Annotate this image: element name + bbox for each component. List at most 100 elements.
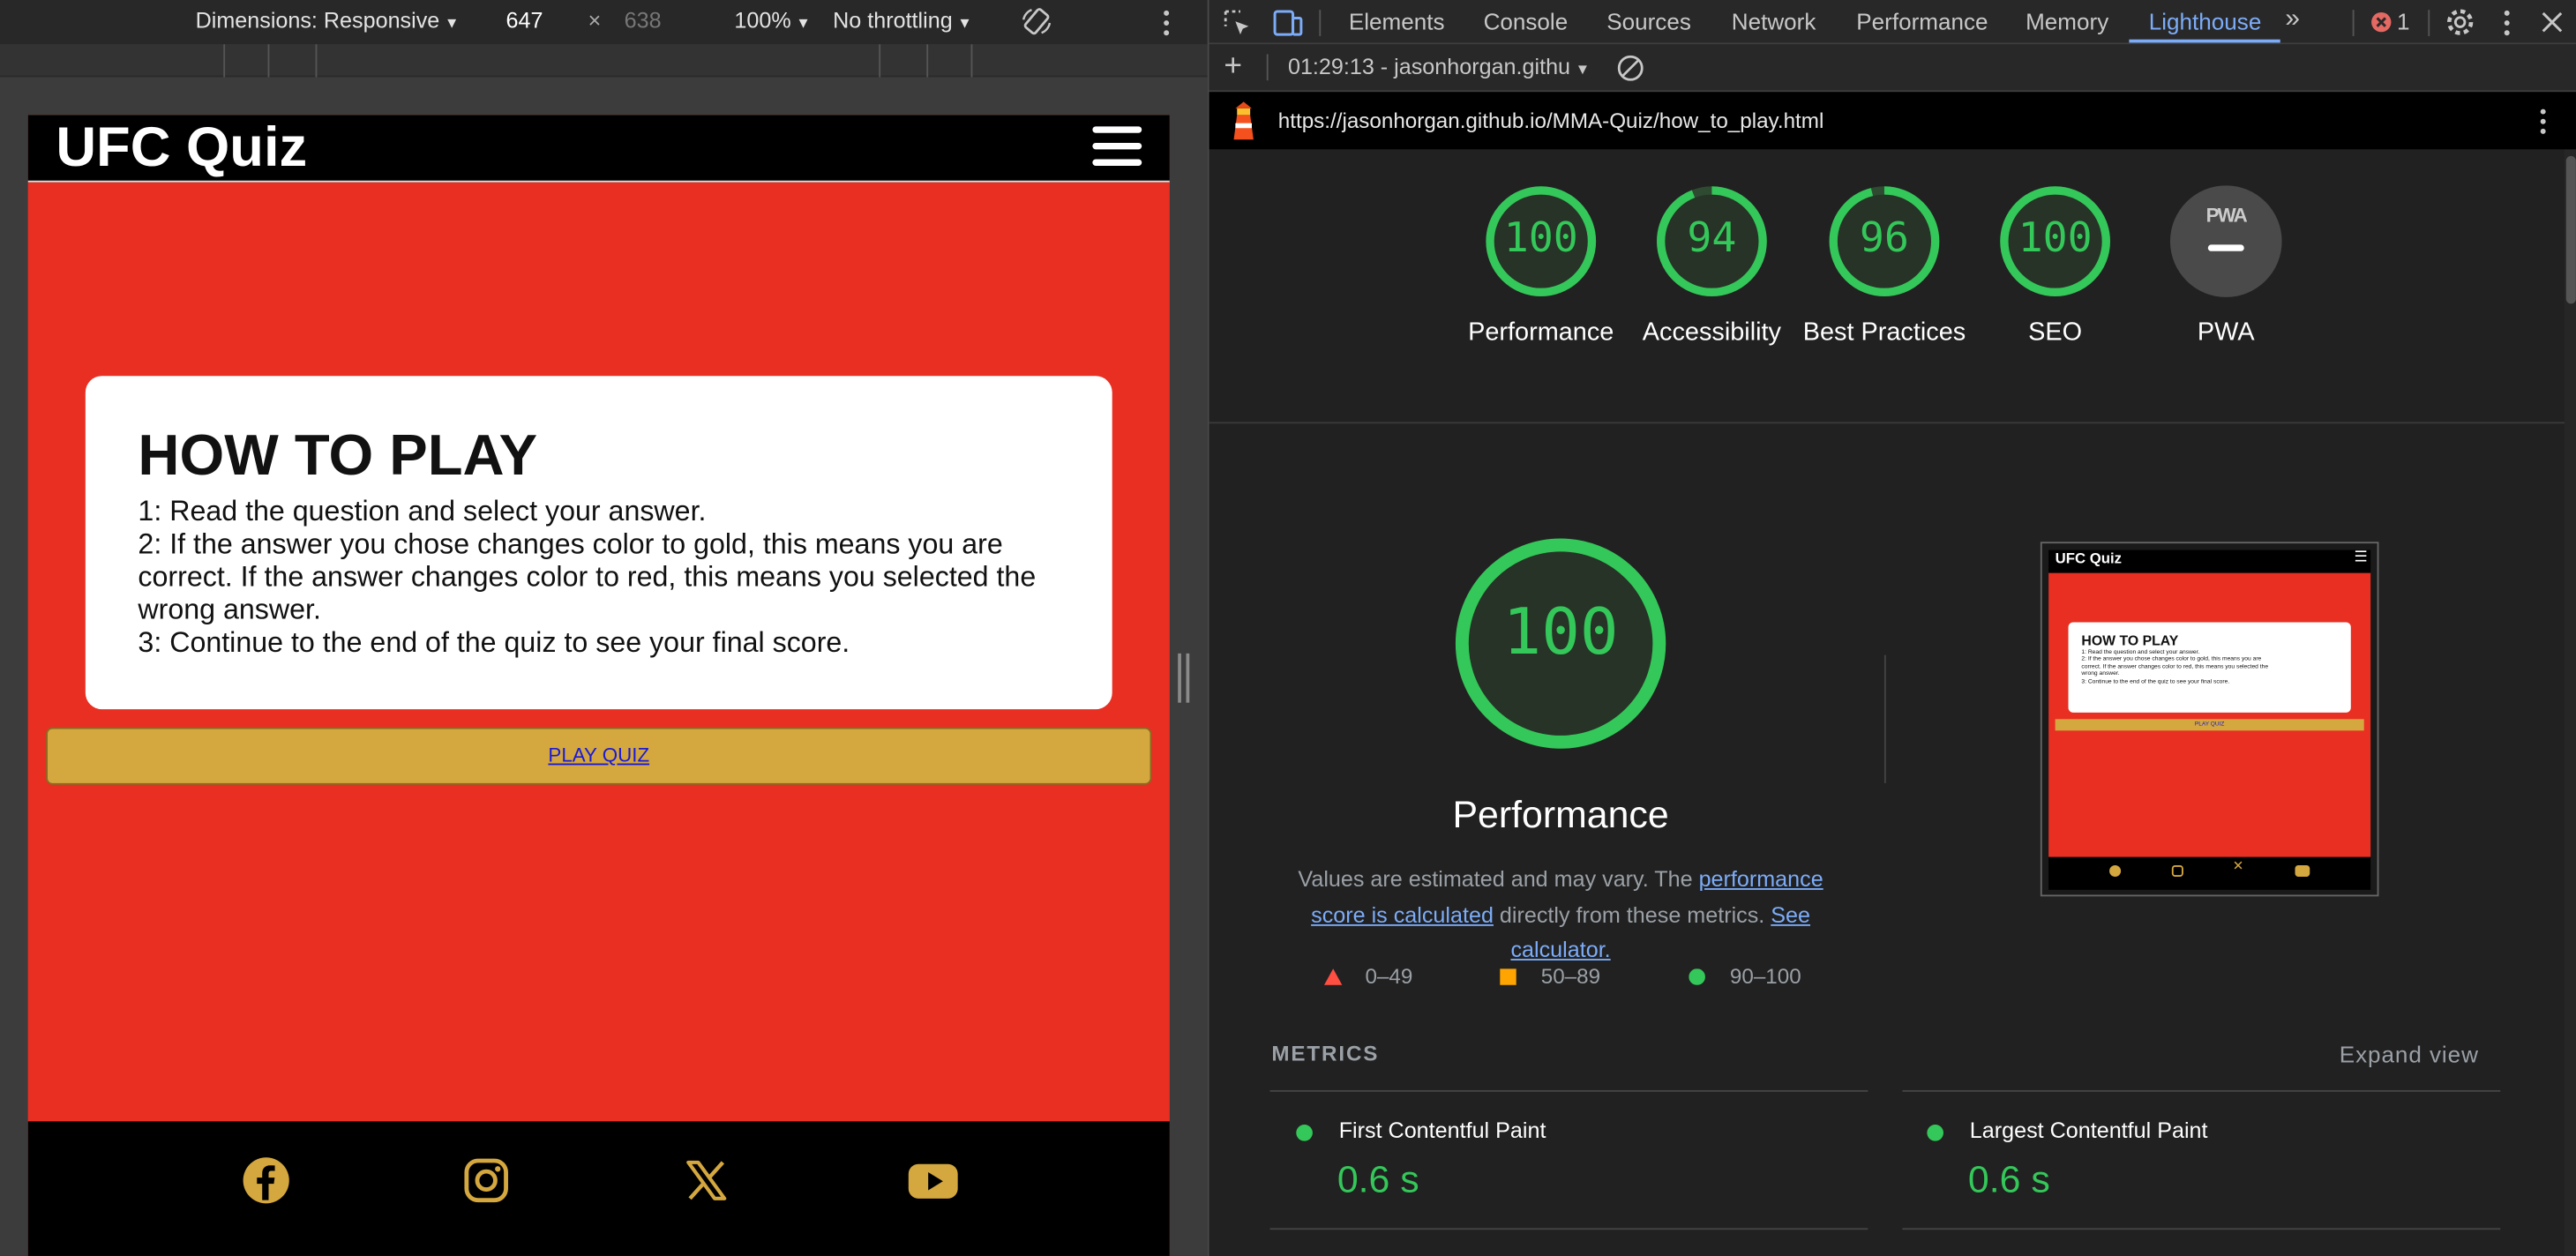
divider [1269,1228,1868,1230]
rotate-icon[interactable] [1020,5,1052,38]
metric-name-fcp: First Contentful Paint [1338,1118,1546,1143]
emulation-toolbar: Dimensions: Responsive ▼ 647 × 638 100% ▼ … [0,0,1208,45]
divider [1269,1089,1868,1092]
performance-title: Performance [1452,793,1669,836]
pwa-badge-text: PWA [2205,203,2248,227]
facebook-icon[interactable] [240,1155,293,1207]
instruction-2: 2: If the answer you chose changes color… [138,527,1037,626]
lighthouse-logo-icon [1233,101,1254,140]
active-tab-indicator [2129,39,2280,43]
pwa-badge-icon[interactable] [2168,183,2283,298]
fail-triangle-icon [1323,968,1343,985]
tab-performance[interactable]: Performance [1856,8,1988,34]
legend-fail: 0–49 [1365,963,1413,989]
lighthouse-toolbar: + 01:29:13 - jasonhorgan.githu ▼ [1209,44,2576,93]
lighthouse-report: 100 Performance 94 Accessibility 96 Best… [1209,149,2566,1256]
thumb-line-2: 2: If the answer you chose changes color… [2081,655,2262,662]
error-icon[interactable] [2370,11,2392,33]
times-label: × [588,8,602,34]
youtube-icon[interactable] [905,1155,961,1207]
instruction-3: 3: Continue to the end of the quiz to se… [138,625,850,659]
more-options-icon[interactable] [1157,8,1176,38]
height-input[interactable]: 638 [625,8,662,33]
throttling-dropdown[interactable]: No throttling ▼ [833,8,972,33]
thumb-hamburger-icon: ☰ [2354,548,2368,565]
final-screenshot-thumbnail[interactable]: UFC Quiz ☰ HOW TO PLAY 1: Read the quest… [2040,542,2379,897]
thumb-site-title: UFC Quiz [2055,550,2123,567]
throttling-label: No throttling [833,8,953,34]
tab-elements[interactable]: Elements [1349,8,1445,34]
expand-view-button[interactable]: Expand view [2340,1041,2479,1067]
inspect-element-icon[interactable] [1222,8,1252,38]
report-selector-label: 01:29:13 - jasonhorgan.githu [1287,54,1571,79]
legend-pass: 90–100 [1729,963,1801,989]
divider [1902,1228,2501,1230]
device-emulation-pane: Dimensions: Responsive ▼ 647 × 638 100% ▼ … [0,0,1208,1256]
browser-window: Dimensions: Responsive ▼ 647 × 638 100% ▼ … [0,0,2576,1256]
thumb-heading: HOW TO PLAY [2081,632,2179,649]
tab-sources[interactable]: Sources [1606,8,1691,34]
report-scrollbar[interactable] [2564,149,2576,1256]
devtools-tab-bar: Elements Console Sources Network Perform… [1209,0,2576,45]
dimensions-label: Dimensions: Responsive [195,8,440,34]
site-header: UFC Quiz [27,115,1170,183]
device-toggle-icon[interactable] [1271,8,1304,38]
vertical-divider [1883,654,1886,783]
thumb-line-1: 1: Read the question and select your ans… [2081,648,2200,655]
metrics-heading: METRICS [1271,1041,1380,1066]
dimensions-dropdown[interactable]: Dimensions: Responsive ▼ [196,8,460,33]
thumb-play-button: PLAY QUIZ [2055,719,2364,731]
site-footer [27,1121,1170,1256]
metric-value-lcp: 0.6 s [1967,1157,2050,1200]
report-menu-icon[interactable] [2536,107,2550,137]
thumb-line-5: 3: Continue to the end of the quiz to se… [2081,677,2230,684]
tab-memory[interactable]: Memory [2026,8,2108,34]
average-square-icon [1500,968,1516,985]
zoom-dropdown[interactable]: 100% ▼ [734,8,811,33]
label-best-practices: Best Practices [1802,318,1966,347]
play-quiz-button[interactable]: PLAY QUIZ [46,727,1152,785]
score-seo: 100 [2018,213,2093,261]
emulated-page: UFC Quiz HOW TO PLAY 1: Read the questio… [27,115,1170,1256]
thumb-line-4: wrong answer. [2081,669,2120,677]
chevron-down-icon: ▼ [444,14,460,32]
metric-name-lcp: Largest Contentful Paint [1969,1118,2208,1143]
site-title[interactable]: UFC Quiz [56,116,307,181]
label-pwa: PWA [2197,318,2255,347]
chevron-down-icon: ▼ [796,14,811,32]
score-performance: 100 [1503,213,1578,261]
devtools-panel: Elements Console Sources Network Perform… [1207,0,2576,1256]
score-accessibility: 94 [1687,213,1737,261]
hamburger-menu-icon[interactable] [1092,126,1142,168]
resize-handle[interactable] [1178,653,1191,703]
chevron-down-icon: ▼ [957,14,972,32]
more-tabs-icon[interactable]: » [2285,5,2300,35]
instagram-icon[interactable] [460,1155,513,1207]
performance-big-score: 100 [1502,595,1619,670]
media-query-ruler[interactable] [0,44,1208,78]
new-report-icon[interactable]: + [1224,49,1242,86]
label-performance: Performance [1468,318,1614,347]
pass-circle-icon [1689,968,1705,985]
thumb-instagram-icon [2171,864,2183,877]
report-url-bar: https://jasonhorgan.github.io/MMA-Quiz/h… [1209,92,2576,150]
more-options-icon[interactable] [2500,8,2513,38]
report-url[interactable]: https://jasonhorgan.github.io/MMA-Quiz/h… [1278,108,1824,133]
tab-network[interactable]: Network [1732,8,1816,34]
divider [1902,1089,2501,1092]
clear-icon[interactable] [1616,54,1644,82]
error-count[interactable]: 1 [2397,8,2410,34]
tab-console[interactable]: Console [1484,8,1569,34]
how-to-play-card: HOW TO PLAY 1: Read the question and sel… [85,376,1112,710]
card-heading: HOW TO PLAY [138,423,538,488]
report-selector[interactable]: 01:29:13 - jasonhorgan.githu ▼ [1288,54,1590,78]
tab-lighthouse[interactable]: Lighthouse [2149,8,2262,34]
width-input[interactable]: 647 [506,8,543,33]
label-accessibility: Accessibility [1642,318,1782,347]
thumb-x-icon: ✕ [2232,858,2244,874]
settings-gear-icon[interactable] [2445,6,2475,37]
close-icon[interactable] [2542,11,2563,33]
thumb-youtube-icon [2295,864,2310,877]
x-icon[interactable] [680,1155,733,1207]
desc-text-2: directly from these metrics. [1493,901,1771,927]
